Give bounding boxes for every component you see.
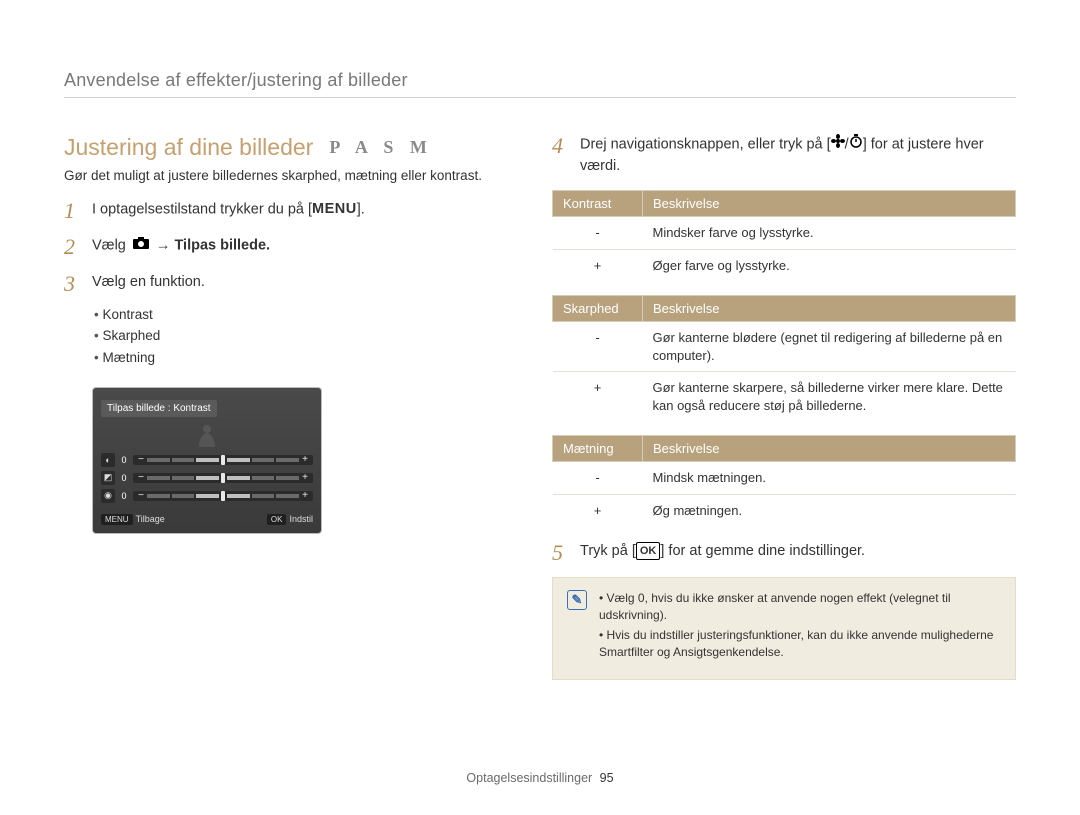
slider-contrast: ◐ 0 − + [101,453,313,467]
table-cell: Øg mætningen. [643,495,1016,527]
slider-value: 0 [119,491,129,501]
step-number: 2 [64,235,82,259]
contrast-icon: ◐ [101,453,115,467]
table-maetning: MætningBeskrivelse -Mindsk mætningen. +Ø… [552,435,1016,526]
step-text: ] for at gemme dine indstillinger. [660,543,865,559]
table-cell: + [553,372,643,422]
table-skarphed: SkarphedBeskrivelse -Gør kanterne bløder… [552,295,1016,421]
camera-title: Tilpas billede : Kontrast [101,400,217,417]
camera-preview: Tilpas billede : Kontrast ◐ 0 −+ ◩ 0 −+ … [92,387,322,534]
table-header: Mætning [553,436,643,462]
table-cell: + [553,249,643,281]
page-footer: Optagelsesindstillinger 95 [0,771,1080,785]
table-header: Kontrast [553,191,643,217]
ok-icon: OK [636,542,661,561]
table-row: -Mindsk mætningen. [553,462,1016,495]
list-item: Mætning [94,347,504,369]
step-2: 2 Vælg → Tilpas billede. [64,235,504,259]
slider-value: 0 [119,473,129,483]
table-cell: + [553,495,643,527]
ok-chip: OK [267,514,287,525]
slider-saturation: ◉ 0 − + [101,489,313,503]
table-header: Beskrivelse [643,191,1016,217]
mode-indicator-pasm: P A S M [329,137,433,158]
menu-icon: MENU [312,199,357,221]
step-number: 4 [552,134,570,178]
silhouette-icon [101,423,313,447]
menu-chip: MENU [101,514,133,525]
table-cell: Øger farve og lysstyrke. [643,249,1016,281]
note-item: Hvis du indstiller justeringsfunktioner,… [599,627,999,661]
plus-icon: + [301,472,309,483]
step-number: 3 [64,272,82,296]
info-icon: ✎ [567,590,587,610]
table-row: -Gør kanterne blødere (egnet til rediger… [553,322,1016,372]
step-3: 3 Vælg en funktion. [64,272,504,296]
list-item: Skarphed [94,325,504,347]
table-cell: - [553,322,643,372]
step-text: Tryk på [ [580,543,636,559]
minus-icon: − [137,490,145,501]
table-row: +Øg mætningen. [553,495,1016,527]
table-cell: Gør kanterne skarpere, så billederne vir… [643,372,1016,422]
step-text: ]. [357,202,365,218]
page-number: 95 [600,771,614,785]
section-description: Gør det muligt at justere billedernes sk… [64,167,504,185]
step-5: 5 Tryk på [OK] for at gemme dine indstil… [552,541,1016,565]
step-1: 1 I optagelsestilstand trykker du på [ME… [64,199,504,223]
minus-icon: − [137,472,145,483]
step-text: Drej navigationsknappen, eller tryk på [ [580,137,831,153]
section-heading: Justering af dine billeder [64,134,313,161]
flower-macro-icon [831,134,845,156]
table-cell: Gør kanterne blødere (egnet til redigeri… [643,322,1016,372]
table-row: +Øger farve og lysstyrke. [553,249,1016,281]
step-text-bold: → Tilpas billede. [152,238,270,254]
table-header: Beskrivelse [643,296,1016,322]
plus-icon: + [301,454,309,465]
note-item: Vælg 0, hvis du ikke ønsker at anvende n… [599,590,999,624]
minus-icon: − [137,454,145,465]
breadcrumb: Anvendelse af effekter/justering af bill… [64,70,1016,98]
step-text: I optagelsestilstand trykker du på [ [92,202,312,218]
set-label: Indstil [289,514,313,524]
step-number: 1 [64,199,82,223]
table-cell: - [553,462,643,495]
table-row: -Mindsker farve og lysstyrke. [553,217,1016,250]
table-header: Beskrivelse [643,436,1016,462]
slider-value: 0 [119,455,129,465]
saturation-icon: ◉ [101,489,115,503]
note-box: ✎ Vælg 0, hvis du ikke ønsker at anvende… [552,577,1016,680]
step-text: Vælg en funktion. [92,272,205,296]
plus-icon: + [301,490,309,501]
table-kontrast: KontrastBeskrivelse -Mindsker farve og l… [552,190,1016,281]
table-cell: Mindsk mætningen. [643,462,1016,495]
table-header: Skarphed [553,296,643,322]
sharpness-icon: ◩ [101,471,115,485]
step-4: 4 Drej navigationsknappen, eller tryk på… [552,134,1016,178]
list-item: Kontrast [94,304,504,326]
back-label: Tilbage [136,514,165,524]
function-list: Kontrast Skarphed Mætning [64,304,504,369]
slider-sharpness: ◩ 0 − + [101,471,313,485]
step-number: 5 [552,541,570,565]
timer-icon [849,134,863,156]
camera-icon [133,235,149,257]
table-cell: - [553,217,643,250]
table-cell: Mindsker farve og lysstyrke. [643,217,1016,250]
step-text: Vælg [92,238,130,254]
table-row: +Gør kanterne skarpere, så billederne vi… [553,372,1016,422]
footer-section: Optagelsesindstillinger [466,771,592,785]
